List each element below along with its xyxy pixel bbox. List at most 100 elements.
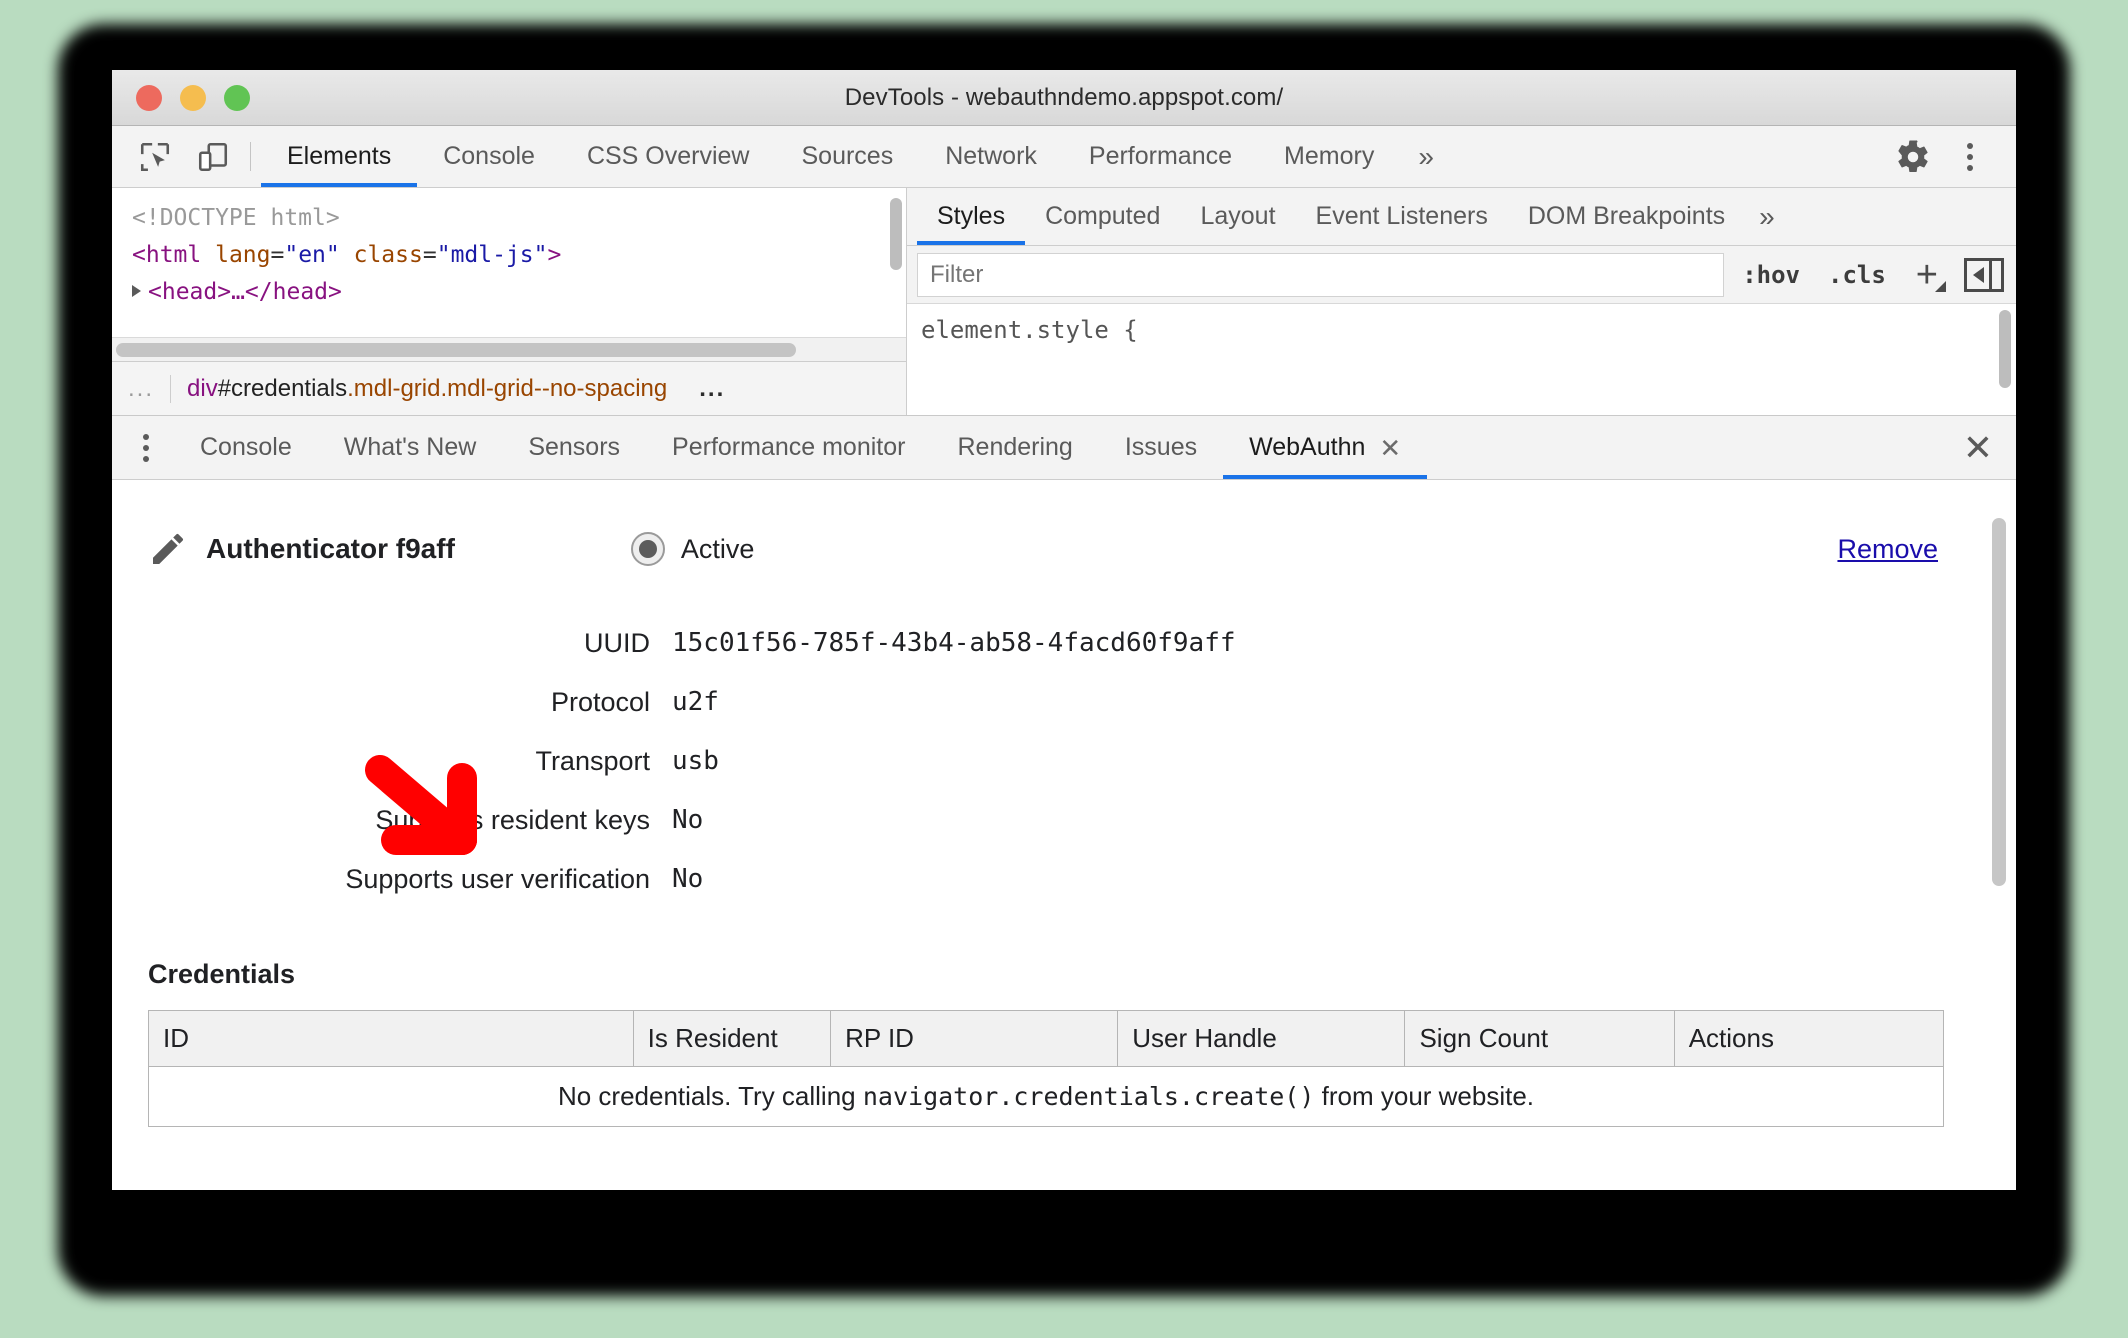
field-label-supports-resident-keys: Supports resident keys <box>375 805 650 835</box>
panel-toggle-icon[interactable] <box>1964 257 2004 292</box>
column-header-rp-id[interactable]: RP ID <box>830 1010 1119 1067</box>
dom-line-html[interactable]: <html lang="en" class="mdl-js"> <box>132 237 906 274</box>
breadcrumb-classes: .mdl-grid.mdl-grid--no-spacing <box>347 374 668 402</box>
dom-horizontal-scrollbar-thumb[interactable] <box>116 342 796 357</box>
drawer-tab-performance-monitor[interactable]: Performance monitor <box>646 416 931 479</box>
drawer-tab-issues[interactable]: Issues <box>1099 416 1223 479</box>
styles-sidebar-pane: Styles Computed Layout Event Listeners D… <box>907 188 2016 415</box>
webauthn-vertical-scrollbar[interactable] <box>1992 518 2006 886</box>
dom-vertical-scrollbar[interactable] <box>890 198 902 270</box>
breadcrumb-overflow-right[interactable]: ... <box>683 375 741 403</box>
field-label-uuid: UUID <box>584 628 650 658</box>
maximize-window-button[interactable] <box>224 84 250 111</box>
column-header-user-handle[interactable]: User Handle <box>1117 1010 1406 1067</box>
credentials-empty-row: No credentials. Try calling navigator.cr… <box>148 1066 1944 1127</box>
element-style-rule[interactable]: element.style { <box>921 316 1138 344</box>
window-titlebar: DevTools - webauthndemo.appspot.com/ <box>112 70 2016 126</box>
credentials-heading: Credentials <box>148 959 296 989</box>
breadcrumb-tag: div <box>187 374 218 402</box>
styles-sidebar-tabs: Styles Computed Layout Event Listeners D… <box>907 188 2016 246</box>
tab-dom-breakpoints[interactable]: DOM Breakpoints <box>1508 188 1745 245</box>
empty-message-prefix: No credentials. Try calling <box>557 1081 863 1111</box>
toggle-element-classes-button[interactable]: .cls <box>1818 261 1896 289</box>
field-value-transport: usb <box>672 746 719 776</box>
tab-styles[interactable]: Styles <box>917 188 1026 245</box>
remove-authenticator-link[interactable]: Remove <box>1837 534 1938 565</box>
new-style-rule-button[interactable]: + <box>1904 256 1947 294</box>
close-window-button[interactable] <box>136 84 162 111</box>
table-header-row: ID Is Resident RP ID User Handle Sign Co… <box>148 1010 1944 1067</box>
field-value-uuid: 15c01f56-785f-43b4-ab58-4facd60f9aff <box>672 628 1236 658</box>
tab-memory[interactable]: Memory <box>1258 126 1400 187</box>
field-label-protocol: Protocol <box>550 687 650 717</box>
column-header-sign-count[interactable]: Sign Count <box>1404 1010 1675 1067</box>
dom-line-doctype[interactable]: <!DOCTYPE html> <box>132 200 906 237</box>
field-value-supports-user-verification: No <box>672 864 704 894</box>
tab-performance[interactable]: Performance <box>1063 126 1258 187</box>
column-header-actions[interactable]: Actions <box>1674 1010 1944 1067</box>
column-header-is-resident[interactable]: Is Resident <box>633 1010 832 1067</box>
dom-tree-pane: <!DOCTYPE html> <html lang="en" class="m… <box>112 188 907 415</box>
drawer-tab-label: What's New <box>343 433 477 461</box>
elements-panel: <!DOCTYPE html> <html lang="en" class="m… <box>112 188 2016 416</box>
styles-more-tabs-chevron-icon[interactable]: » <box>1745 188 1789 245</box>
dom-line-head[interactable]: <head>…</head> <box>132 274 906 311</box>
drawer-tab-label: Rendering <box>957 433 1073 461</box>
three-dot-menu-icon[interactable] <box>1942 142 1998 171</box>
empty-message-suffix: from your website. <box>1314 1081 1535 1111</box>
tab-event-listeners[interactable]: Event Listeners <box>1296 188 1508 245</box>
drawer-tab-webauthn[interactable]: WebAuthn ✕ <box>1223 416 1428 479</box>
drawer-tab-sensors[interactable]: Sensors <box>502 416 646 479</box>
authenticator-title: Authenticator f9aff <box>206 533 455 564</box>
more-tabs-chevron-icon[interactable]: » <box>1400 126 1452 187</box>
drawer-menu-icon[interactable] <box>118 416 174 479</box>
close-drawer-icon[interactable]: ✕ <box>1940 416 2016 479</box>
gear-icon[interactable] <box>1884 139 1942 175</box>
styles-vertical-scrollbar[interactable] <box>1999 310 2011 388</box>
pencil-icon[interactable] <box>148 529 188 569</box>
field-label-supports-user-verification: Supports user verification <box>345 864 650 894</box>
dom-horizontal-scrollbar[interactable] <box>112 337 906 361</box>
devtools-window: DevTools - webauthndemo.appspot.com/ Ele… <box>112 70 2016 1190</box>
minimize-window-button[interactable] <box>180 84 206 111</box>
drawer-tab-whats-new[interactable]: What's New <box>318 416 503 479</box>
styles-filter-toolbar: :hov .cls + <box>907 246 2016 304</box>
field-value-supports-resident-keys: No <box>672 805 704 835</box>
field-value-protocol: u2f <box>672 687 719 717</box>
webauthn-panel: Authenticator f9aff Active Remove UUID 1… <box>112 480 2016 1190</box>
tab-console[interactable]: Console <box>417 126 561 187</box>
tab-layout[interactable]: Layout <box>1180 188 1295 245</box>
tab-css-overview[interactable]: CSS Overview <box>561 126 776 187</box>
credentials-empty-message: No credentials. Try calling navigator.cr… <box>148 1066 1944 1127</box>
devtools-main-toolbar: Elements Console CSS Overview Sources Ne… <box>112 126 2016 188</box>
breadcrumb-overflow-left[interactable]: ... <box>112 375 170 403</box>
authenticator-details: UUID 15c01f56-785f-43b4-ab58-4facd60f9af… <box>112 614 2016 909</box>
empty-message-code: navigator.credentials.create() <box>862 1082 1315 1111</box>
styles-filter-input[interactable] <box>917 252 1725 297</box>
tab-computed[interactable]: Computed <box>1025 188 1180 245</box>
credentials-table: ID Is Resident RP ID User Handle Sign Co… <box>148 1010 1944 1127</box>
inspect-element-icon[interactable] <box>126 126 184 187</box>
styles-rules-list: element.style { <box>907 304 2016 415</box>
drawer-tabbar: Console What's New Sensors Performance m… <box>112 416 2016 480</box>
drawer-tab-label: Issues <box>1124 433 1198 461</box>
authenticator-header: Authenticator f9aff Active Remove <box>112 522 2016 576</box>
toggle-pseudo-states-button[interactable]: :hov <box>1732 261 1810 289</box>
breadcrumb: ... div#credentials.mdl-grid.mdl-grid--n… <box>112 361 906 415</box>
expand-triangle-icon[interactable] <box>132 285 141 297</box>
active-authenticator-toggle[interactable]: Active <box>630 532 754 566</box>
drawer-tab-console[interactable]: Console <box>174 416 318 479</box>
breadcrumb-item-selected[interactable]: div#credentials.mdl-grid.mdl-grid--no-sp… <box>170 374 683 403</box>
toolbar-right-actions <box>1839 126 2016 187</box>
device-toolbar-icon[interactable] <box>184 126 242 187</box>
tab-network[interactable]: Network <box>919 126 1063 187</box>
close-tab-icon[interactable]: ✕ <box>1379 435 1401 461</box>
column-header-id[interactable]: ID <box>148 1010 634 1067</box>
tab-sources[interactable]: Sources <box>776 126 920 187</box>
drawer-tab-label: Performance monitor <box>672 433 906 461</box>
active-radio-button[interactable] <box>630 532 665 566</box>
main-panel-tabs: Elements Console CSS Overview Sources Ne… <box>261 126 1839 187</box>
tab-elements[interactable]: Elements <box>261 126 418 187</box>
drawer-tab-rendering[interactable]: Rendering <box>931 416 1098 479</box>
dom-tree[interactable]: <!DOCTYPE html> <html lang="en" class="m… <box>112 188 906 337</box>
